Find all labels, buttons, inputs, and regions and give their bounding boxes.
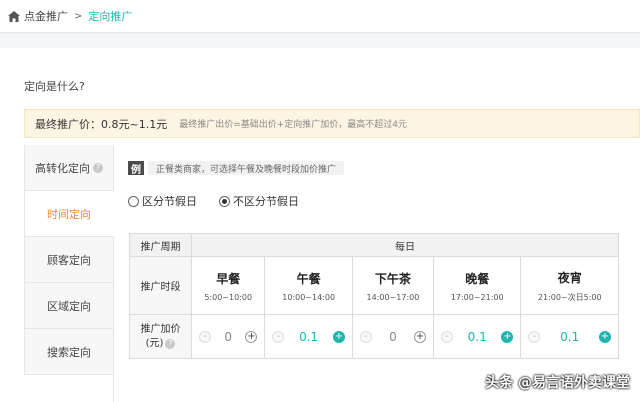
slot-afternoon-tea: 下午茶 14:00~17:00 bbox=[351, 256, 434, 315]
plus-icon[interactable]: + bbox=[598, 330, 611, 343]
daily-header: 每日 bbox=[191, 233, 619, 257]
slot-late-night: 夜宵 21:00~次日5:00 bbox=[520, 256, 619, 315]
example-tip: 例 正餐类商家，可选择午餐及晚餐时段加价推广 bbox=[128, 161, 345, 176]
markup-cell-breakfast: - 0 + bbox=[190, 314, 266, 359]
quantity-stepper: - 0.1 + bbox=[265, 330, 352, 344]
final-price-label: 最终推广价：0.8元~1.1元 bbox=[35, 117, 168, 131]
slot-name: 下午茶 bbox=[374, 271, 411, 286]
minus-icon[interactable]: - bbox=[440, 330, 453, 343]
radio-circle[interactable] bbox=[219, 195, 230, 207]
radio-no-distinguish-holidays[interactable]: 不区分节假日 bbox=[219, 193, 299, 209]
example-badge: 例 bbox=[128, 161, 144, 176]
radio-circle[interactable] bbox=[128, 195, 139, 207]
slot-label: 推广时段 bbox=[129, 256, 192, 315]
tab-label: 高转化定向 bbox=[35, 161, 90, 175]
tab-search[interactable]: 搜索定向 bbox=[24, 329, 113, 375]
plus-icon[interactable]: + bbox=[413, 330, 426, 343]
targeting-tabs: 高转化定向 ? 时间定向 顾客定向 区域定向 搜索定向 bbox=[24, 145, 114, 402]
quantity-stepper: - 0 + bbox=[353, 330, 433, 344]
markup-label-line1: 推广加价 bbox=[140, 323, 181, 335]
help-icon[interactable]: ? bbox=[165, 338, 176, 349]
slot-name: 早餐 bbox=[216, 271, 241, 286]
markup-value[interactable]: 0.1 bbox=[468, 330, 487, 344]
radio-distinguish-holidays[interactable]: 区分节假日 bbox=[128, 193, 197, 209]
markup-value[interactable]: 0 bbox=[389, 330, 397, 344]
radio-label: 区分节假日 bbox=[142, 195, 197, 208]
markup-cell-afternoon-tea: - 0 + bbox=[351, 314, 434, 359]
main-panel: 定向是什么? 最终推广价：0.8元~1.1元 最终推广出价=基础出价+定向推广加… bbox=[0, 48, 640, 402]
quantity-stepper: - 0.1 + bbox=[434, 330, 521, 344]
tab-time[interactable]: 时间定向 bbox=[24, 191, 114, 237]
watermark: 头条 @易言语外卖课堂 bbox=[485, 375, 630, 391]
slot-time: 10:00~14:00 bbox=[282, 292, 336, 302]
tab-label: 顾客定向 bbox=[47, 253, 91, 267]
breadcrumb-current: 定向推广 bbox=[88, 10, 133, 23]
tab-region[interactable]: 区域定向 bbox=[24, 283, 113, 329]
markup-label-line2: (元) bbox=[145, 337, 164, 349]
tab-label: 区域定向 bbox=[47, 299, 91, 313]
tab-high-conversion[interactable]: 高转化定向 ? bbox=[24, 145, 113, 191]
home-icon[interactable] bbox=[8, 10, 20, 22]
slot-time: 14:00~17:00 bbox=[366, 292, 420, 302]
breadcrumb: 点金推广 > 定向推广 bbox=[0, 0, 640, 33]
price-formula-note: 最终推广出价=基础出价+定向推广加价，最高不超过4元 bbox=[179, 120, 408, 130]
radio-label: 不区分节假日 bbox=[233, 195, 299, 208]
minus-icon[interactable]: - bbox=[272, 330, 285, 343]
header-gap bbox=[0, 34, 640, 48]
quantity-stepper: - 0 + bbox=[192, 330, 264, 344]
slot-time: 17:00~21:00 bbox=[450, 292, 504, 302]
plus-icon[interactable]: + bbox=[332, 330, 345, 343]
tab-customer[interactable]: 顾客定向 bbox=[24, 237, 113, 283]
slot-time: 5:00~10:00 bbox=[204, 292, 253, 302]
markup-cell-dinner: - 0.1 + bbox=[432, 314, 522, 359]
slot-dinner: 晚餐 17:00~21:00 bbox=[432, 256, 522, 315]
minus-icon[interactable]: - bbox=[359, 330, 372, 343]
slot-breakfast: 早餐 5:00~10:00 bbox=[190, 256, 266, 315]
markup-cell-late-night: - 0.1 + bbox=[520, 314, 619, 359]
plus-icon[interactable]: + bbox=[245, 330, 258, 343]
breadcrumb-separator: > bbox=[74, 10, 83, 22]
markup-label: 推广加价 (元)? bbox=[129, 314, 192, 359]
markup-cell-lunch: - 0.1 + bbox=[264, 314, 353, 359]
minus-icon[interactable]: - bbox=[528, 330, 541, 343]
targeting-question: 定向是什么? bbox=[24, 80, 85, 93]
quantity-stepper: - 0.1 + bbox=[521, 330, 618, 344]
help-icon[interactable]: ? bbox=[93, 162, 103, 173]
time-slot-table: 推广周期 每日 推广时段 早餐 5:00~10:00 午餐 10:00~14:0… bbox=[129, 233, 619, 359]
tab-label: 时间定向 bbox=[47, 207, 91, 221]
markup-value[interactable]: 0.1 bbox=[299, 330, 318, 344]
markup-value[interactable]: 0.1 bbox=[560, 330, 579, 344]
slot-time: 21:00~次日5:00 bbox=[537, 292, 602, 302]
example-text: 正餐类商家，可选择午餐及晚餐时段加价推广 bbox=[148, 161, 345, 175]
slot-lunch: 午餐 10:00~14:00 bbox=[264, 256, 353, 315]
breadcrumb-root[interactable]: 点金推广 bbox=[24, 8, 68, 24]
markup-value[interactable]: 0 bbox=[224, 330, 232, 344]
price-banner: 最终推广价：0.8元~1.1元 最终推广出价=基础出价+定向推广加价，最高不超过… bbox=[24, 109, 640, 138]
slot-name: 午餐 bbox=[296, 271, 321, 286]
plus-icon[interactable]: + bbox=[501, 330, 514, 343]
slot-name: 晚餐 bbox=[465, 271, 490, 286]
slot-name: 夜宵 bbox=[557, 270, 582, 285]
minus-icon[interactable]: - bbox=[199, 330, 211, 343]
tab-label: 搜索定向 bbox=[47, 345, 91, 359]
period-header: 推广周期 bbox=[129, 233, 192, 257]
holiday-radio-group: 区分节假日 不区分节假日 bbox=[128, 193, 321, 209]
